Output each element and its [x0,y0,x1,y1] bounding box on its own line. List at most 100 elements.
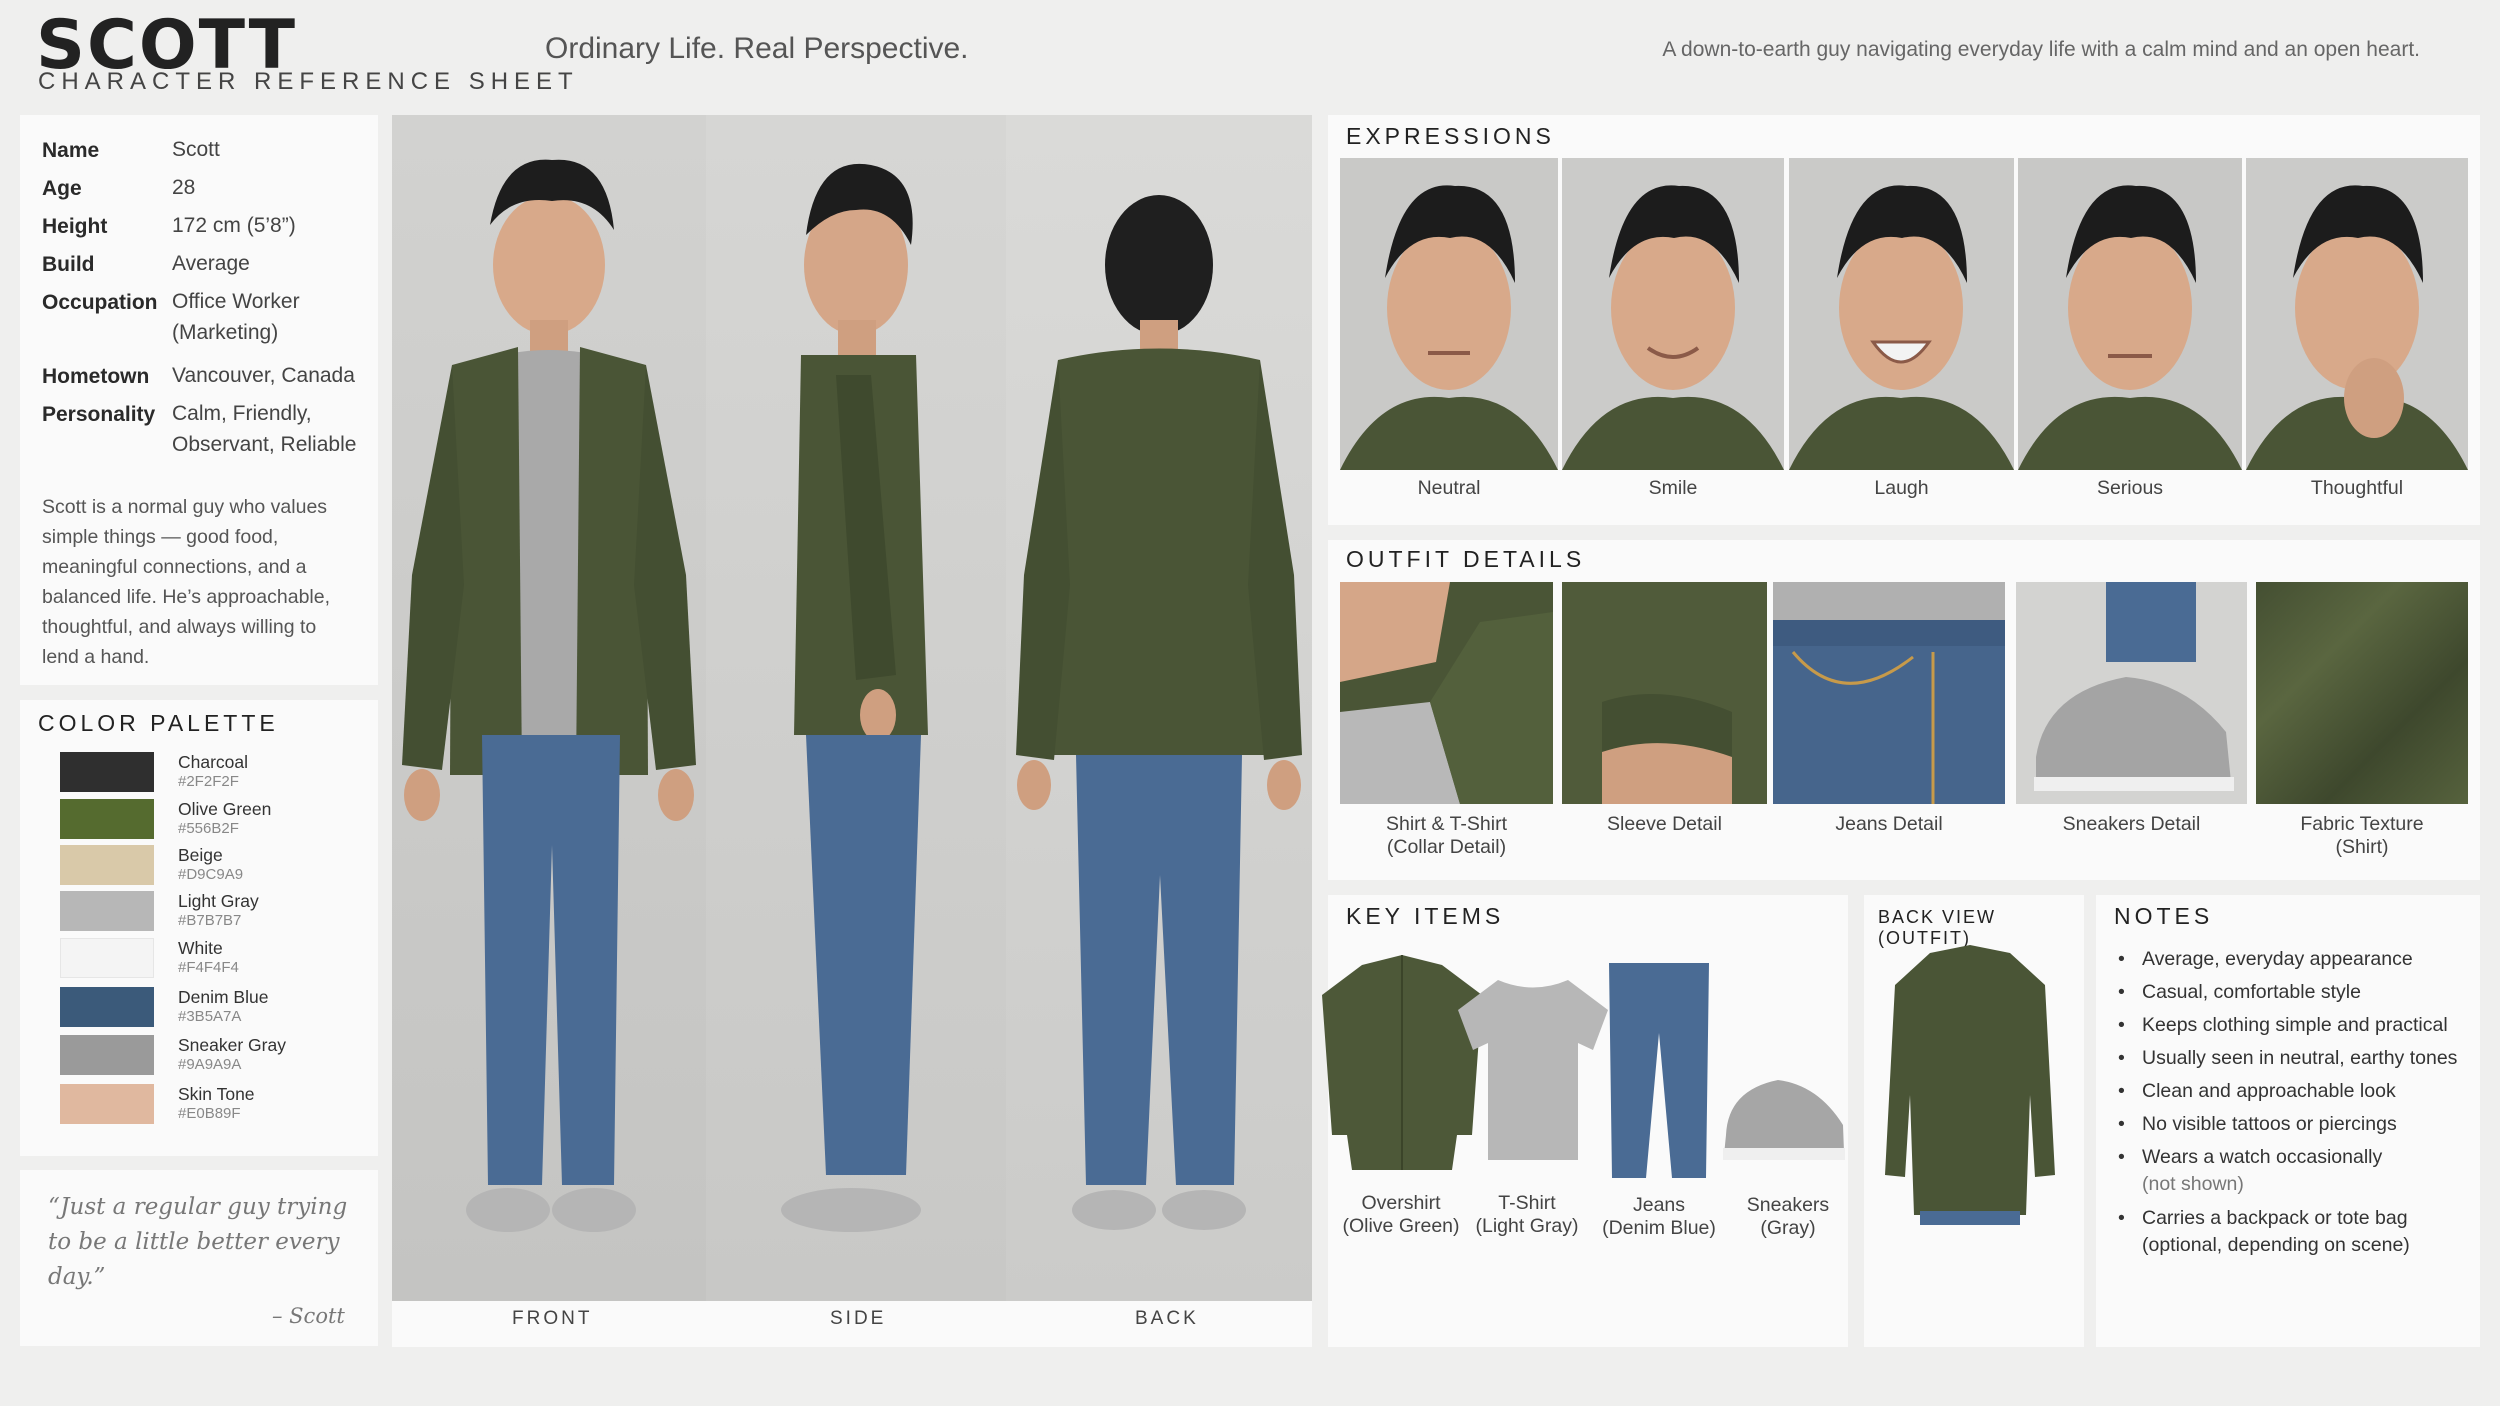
color-hex: #B7B7B7 [178,912,242,929]
note-main: Carries a backpack or tote bag [2142,1207,2408,1229]
face-icon [1562,185,1784,470]
expression-caption: Thoughtful [2310,477,2404,499]
color-swatch [60,752,154,792]
profile-label: Occupation [42,291,158,314]
outfit-heading: OUTFIT DETAILS [1346,546,1586,572]
collar-icon [1340,582,1553,804]
note-sub: (optional, depending on scene) [2142,1234,2410,1256]
key-item-color: (Gray) [1760,1217,1816,1239]
sheet-subtitle: CHARACTER REFERENCE SHEET [38,68,579,95]
bullet-icon: • [2118,1014,2125,1036]
outfit-caption: Fabric Texture (Shirt) [2256,813,2468,859]
turnaround-panel: FRONT SIDE BACK [392,115,1312,1347]
outfit-caption-line2: (Shirt) [2335,836,2389,858]
expressions-heading: EXPRESSIONS [1346,123,1555,149]
face-icon [2246,185,2468,470]
expression-caption: Laugh [1874,477,1929,499]
color-name: Skin Tone [178,1084,255,1104]
character-bio: Scott is a normal guy who values simple … [42,496,331,668]
front-view-figure [402,159,696,1232]
key-item-name: Sneakers [1746,1194,1830,1216]
key-item-name: Overshirt [1361,1192,1441,1214]
outfit-caption-line1: Sneakers Detail [2062,813,2201,835]
profile-value: Calm, Friendly, Observant, Reliable [172,402,357,456]
color-name: Charcoal [178,752,249,772]
profile-panel: Name Scott Age 28 Height 172 cm (5’8”) B… [20,115,378,685]
back-view-outfit-panel: BACK VIEW (OUTFIT) [1864,895,2084,1347]
color-name: Beige [178,845,223,865]
note-text: Clean and approachable look [2142,1080,2396,1102]
outfit-caption-line2: (Collar Detail) [1386,836,1507,858]
profile-value: 172 cm (5’8”) [172,214,296,237]
back-view-heading: BACK VIEW (OUTFIT) [1878,907,1997,948]
color-swatch [60,891,154,931]
profile-label: Hometown [42,365,150,388]
bullet-icon: • [2118,1207,2125,1229]
note-main: Wears a watch occasionally [2142,1146,2383,1168]
back-view-shirt-icon [1885,945,2055,1225]
note-text: Average, everyday appearance [2142,948,2413,970]
expression-caption: Serious [2096,477,2164,499]
expression-neutral-photo [1340,158,1558,470]
key-item-caption: Jeans (Denim Blue) [1594,1194,1724,1240]
side-view-figure [781,163,928,1232]
outfit-caption-line1: Sleeve Detail [1607,813,1722,835]
note-text: Usually seen in neutral, earthy tones [2142,1047,2458,1069]
key-items-heading: KEY ITEMS [1346,903,1505,929]
note-sub: (not shown) [2142,1173,2244,1195]
outfit-caption-line1: Fabric Texture [2300,813,2424,835]
fabric-texture-photo [2256,582,2468,804]
color-hex: #3B5A7A [178,1008,242,1025]
character-quote: “Just a regular guy trying to be a littl… [48,1194,348,1290]
note-text: Wears a watch occasionally (not shown) [2142,1144,2482,1198]
bullet-icon: • [2118,1047,2125,1069]
sneaker-icon [2034,582,2234,791]
key-item-color: (Light Gray) [1475,1215,1579,1237]
color-swatch [60,1035,154,1075]
expression-caption: Neutral [1417,477,1481,499]
key-item-caption: Overshirt (Olive Green) [1326,1192,1476,1238]
key-item-color: (Olive Green) [1342,1215,1460,1237]
expression-smile-photo [1562,158,1784,470]
color-name: Sneaker Gray [178,1035,286,1055]
notes-heading: NOTES [2114,903,2214,929]
color-hex: #D9C9A9 [178,866,244,883]
key-item-name: Jeans [1632,1194,1686,1216]
expression-caption: Smile [1648,477,1698,499]
view-label-front: FRONT [512,1308,593,1329]
profile-label: Age [42,177,82,200]
key-item-name: T-Shirt [1498,1192,1556,1214]
note-text: Keeps clothing simple and practical [2142,1014,2448,1036]
sleeve-icon [1562,582,1767,804]
color-name: Light Gray [178,891,259,911]
tagline: Ordinary Life. Real Perspective. [545,32,969,65]
note-text: No visible tattoos or piercings [2142,1113,2397,1135]
color-hex: #2F2F2F [178,773,239,790]
color-name: Denim Blue [178,987,269,1007]
color-hex: #F4F4F4 [178,959,239,976]
key-item-color: (Denim Blue) [1602,1217,1716,1239]
color-name: White [178,938,223,958]
collar-detail-photo [1340,582,1553,804]
color-swatch [60,987,154,1027]
bullet-icon: • [2118,1146,2125,1168]
quote-author: – Scott [272,1304,345,1328]
profile-value: 28 [172,176,196,199]
jeans-icon [1609,963,1709,1178]
note-text: Carries a backpack or tote bag (optional… [2142,1205,2482,1259]
expression-thoughtful-photo [2246,158,2468,470]
profile-value: Office Worker (Marketing) [172,290,300,344]
profile-label: Personality [42,403,156,426]
outfit-caption: Sleeve Detail [1562,813,1767,836]
bullet-icon: • [2118,948,2125,970]
sneakers-icon [1723,1080,1845,1160]
palette-heading: COLOR PALETTE [38,710,279,736]
outfit-caption: Sneakers Detail [2016,813,2247,836]
color-swatch [60,845,154,885]
color-swatch [60,938,154,978]
face-icon [1789,185,2014,470]
jeans-icon [1773,582,2005,804]
sneakers-detail-photo [2016,582,2247,804]
bullet-icon: • [2118,1080,2125,1102]
profile-value: Average [172,252,250,275]
